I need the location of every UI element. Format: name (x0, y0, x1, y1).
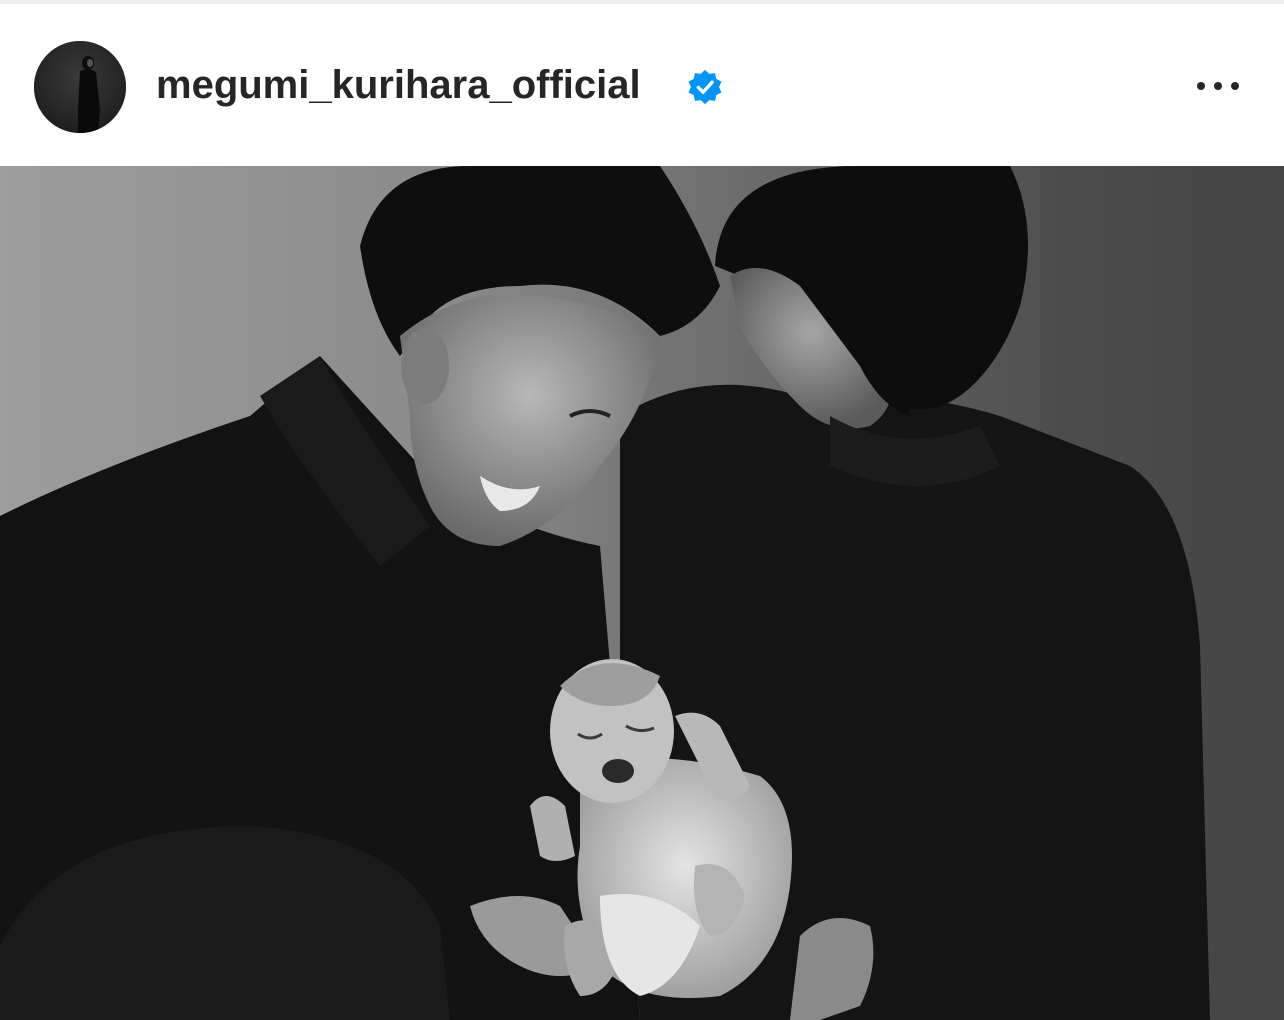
more-horizontal-icon (1197, 82, 1205, 90)
username-link[interactable]: megumi_kurihara_official (156, 61, 641, 109)
family-photo-image (0, 166, 1284, 1020)
instagram-post: megumi_kurihara_official (0, 0, 1284, 1020)
more-options-button[interactable] (1188, 68, 1248, 104)
more-dot (1231, 82, 1239, 90)
more-dot (1214, 82, 1222, 90)
profile-avatar[interactable] (34, 41, 126, 133)
avatar-photo-icon (34, 41, 126, 133)
post-header: megumi_kurihara_official (0, 4, 1284, 166)
post-photo[interactable] (0, 166, 1284, 1020)
verified-badge-icon (688, 69, 722, 105)
